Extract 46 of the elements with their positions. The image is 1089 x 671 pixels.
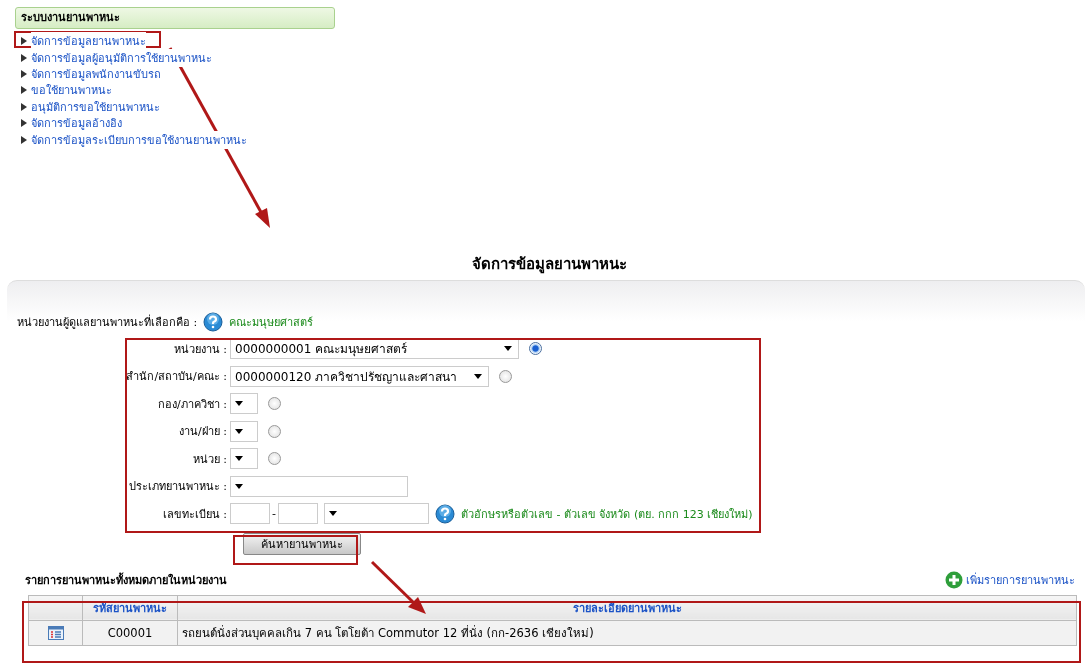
separator-text: - (272, 507, 276, 521)
radio-button[interactable] (268, 452, 281, 466)
input-field[interactable] (278, 503, 318, 525)
field-label: หน่วยงานผู้ดูแลยานพาหนะที่เลือกคือ : (17, 313, 198, 331)
dropdown[interactable] (230, 448, 258, 470)
menu-link[interactable]: จัดการข้อมูลผู้อนุมัติการใช้ยานพาหนะ (31, 48, 212, 67)
field-label: ประเภทยานพาหนะ : (128, 479, 228, 496)
field-label: หน่วยงาน : (173, 341, 228, 358)
menu-header: ระบบงานยานพาหนะ (15, 7, 335, 29)
selected-unit-value: คณะมนุษยศาสตร์ (229, 314, 314, 331)
field-label: เลขทะเบียน : (162, 506, 228, 523)
radio-button[interactable] (499, 369, 512, 383)
field-label: กอง/ภาควิชา : (158, 396, 228, 413)
radio-button[interactable] (529, 342, 542, 356)
input-field[interactable] (230, 503, 270, 525)
add-link[interactable]: เพิ่มรายการยานพาหนะ (966, 570, 1075, 589)
field-label: หน่วย : (192, 451, 228, 468)
dropdown[interactable]: 0000000120 ภาควิชาปรัชญาและศาสนา (230, 365, 489, 387)
column-header: รายละเอียดยานพาหนะ (177, 595, 1077, 621)
table-cell: C00001 (82, 620, 178, 646)
dropdown[interactable]: 0000000001 คณะมนุษยศาสตร์ (230, 338, 519, 360)
caret-icon (235, 428, 243, 434)
field-label: งาน/ฝ่าย : (179, 424, 228, 441)
arrow (370, 560, 426, 614)
radio-button[interactable] (268, 397, 281, 411)
caret-icon (235, 401, 243, 407)
caret-icon (474, 373, 482, 379)
list-title: รายการยานพาหนะทั้งหมดภายในหน่วยงาน (25, 571, 227, 589)
field-label: สำนัก/สถาบัน/คณะ : (126, 369, 228, 386)
caret-icon (504, 346, 512, 352)
dropdown[interactable] (230, 420, 258, 442)
caret-icon (235, 483, 243, 489)
caret-icon (329, 511, 337, 517)
list-icon (47, 626, 64, 640)
caret-icon (235, 456, 243, 462)
hint-text: ตัวอักษรหรือตัวเลข - ตัวเลข จังหวัด (ตย. กกก 123 เชียงใหม่) (461, 506, 753, 523)
help-icon (435, 503, 455, 524)
column-header: รหัสยานพาหนะ (82, 595, 178, 621)
help-icon (203, 311, 224, 332)
plus-icon (945, 570, 963, 589)
table-cell: รถยนต์นั่งส่วนบุคคลเกิน 7 คน โตโยต้า Commutor 12 ที่นั่ง (กก-2636 เชียงใหม่) (177, 620, 1077, 646)
page-title: จัดการข้อมูลยานพาหนะ (471, 253, 628, 276)
menu-link[interactable]: จัดการข้อมูลระเบียบการขอใช้งานยานพาหนะ (31, 130, 247, 149)
dropdown[interactable] (230, 393, 258, 415)
radio-button[interactable] (268, 424, 281, 438)
menu-link[interactable]: จัดการข้อมูลยานพาหนะ (31, 32, 146, 51)
